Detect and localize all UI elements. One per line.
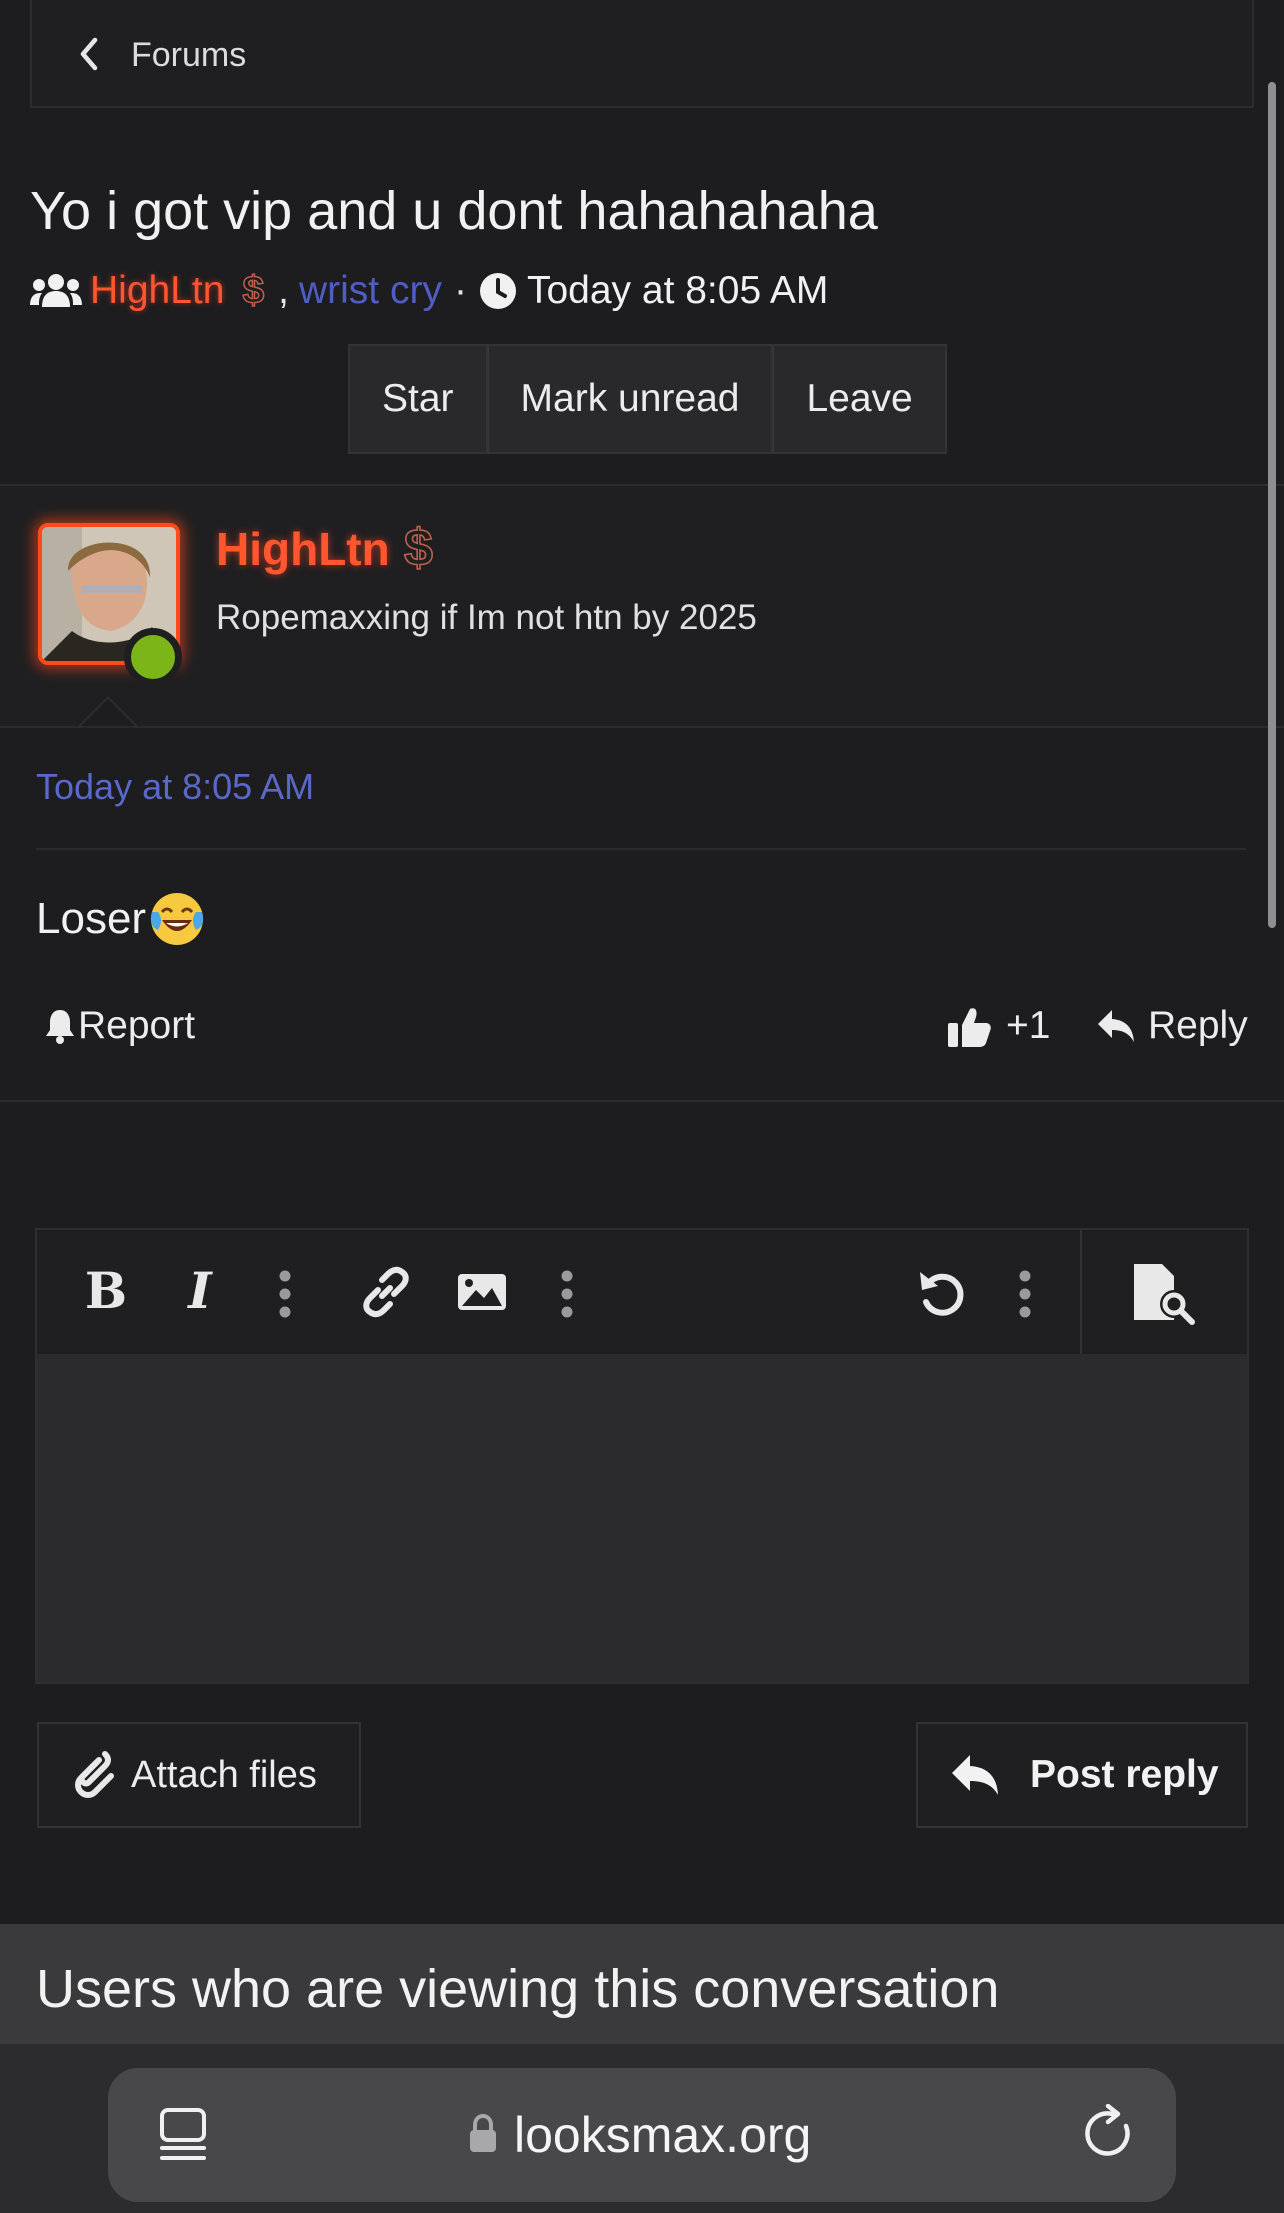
viewers-title: Users who are viewing this conversation xyxy=(36,1959,1000,2019)
image-icon[interactable] xyxy=(452,1262,512,1322)
attach-files-button[interactable]: Attach files xyxy=(37,1722,361,1828)
bell-icon xyxy=(46,1010,74,1044)
attach-files-label: Attach files xyxy=(131,1753,317,1796)
reply-arrow-icon xyxy=(952,1755,998,1795)
author-dollar-badge: $ xyxy=(403,518,434,578)
laughing-crying-emoji-icon xyxy=(150,893,204,945)
thread-title: Yo i got vip and u dont hahahahaha xyxy=(30,181,878,241)
paperclip-icon xyxy=(75,1751,114,1798)
reply-button[interactable]: Reply xyxy=(1096,1004,1248,1048)
report-button[interactable]: Report xyxy=(44,1004,195,1048)
participant-wrist-cry-link[interactable]: wrist cry xyxy=(299,269,442,313)
thread-meta: HighLtn $ , wrist cry · Today at 8:05 AM xyxy=(30,262,828,320)
vip-dollar-badge: $ xyxy=(242,268,265,313)
reply-arrow-icon xyxy=(1098,1010,1134,1042)
participant-separator: , xyxy=(278,269,289,312)
page-scrollbar[interactable] xyxy=(1268,82,1276,928)
message-text: Loser xyxy=(36,894,147,943)
more-options-icon[interactable] xyxy=(1019,1270,1031,1318)
reply-label: Reply xyxy=(1148,1004,1248,1047)
thread-actions: Star Mark unread Leave xyxy=(348,344,947,454)
post-reply-label: Post reply xyxy=(1030,1753,1219,1796)
reload-icon[interactable] xyxy=(1082,2104,1138,2162)
report-label: Report xyxy=(78,1004,196,1047)
mark-unread-button[interactable]: Mark unread xyxy=(487,344,774,454)
divider xyxy=(0,1100,1284,1102)
svg-text:I: I xyxy=(186,1262,213,1320)
bold-icon[interactable]: B xyxy=(76,1262,136,1322)
meta-dot: · xyxy=(453,269,467,312)
tabs-overview-icon[interactable] xyxy=(158,2108,208,2162)
online-status-dot xyxy=(124,628,182,686)
like-count: +1 xyxy=(1006,1004,1051,1047)
clock-icon xyxy=(479,273,516,309)
users-icon xyxy=(30,274,82,307)
thumbs-up-icon xyxy=(948,1008,991,1047)
divider xyxy=(0,726,1284,728)
breadcrumb-forums-link[interactable]: Forums xyxy=(131,36,246,75)
undo-icon[interactable] xyxy=(912,1262,972,1322)
post-timestamp-link[interactable]: Today at 8:05 AM xyxy=(36,766,314,808)
post-reply-button[interactable]: Post reply xyxy=(916,1722,1248,1828)
preview-icon[interactable] xyxy=(1132,1262,1196,1326)
message-author-link[interactable]: HighLtn xyxy=(216,522,390,576)
user-title: Ropemaxxing if Im not htn by 2025 xyxy=(216,598,757,637)
more-options-icon[interactable] xyxy=(561,1270,573,1318)
divider xyxy=(36,848,1246,850)
chevron-left-icon[interactable] xyxy=(78,36,100,72)
leave-button[interactable]: Leave xyxy=(773,344,947,454)
star-button[interactable]: Star xyxy=(348,344,488,454)
svg-text:B: B xyxy=(85,1262,127,1320)
lock-icon xyxy=(470,2114,496,2152)
message-body: Loser xyxy=(36,890,206,948)
address-bar-url[interactable]: looksmax.org xyxy=(514,2106,811,2164)
italic-icon[interactable]: I xyxy=(170,1262,230,1322)
toolbar-separator xyxy=(1080,1230,1082,1354)
link-icon[interactable] xyxy=(356,1262,416,1322)
thread-start-time[interactable]: Today at 8:05 AM xyxy=(527,269,828,313)
more-options-icon[interactable] xyxy=(279,1270,291,1318)
like-button[interactable]: +1 xyxy=(948,1004,1050,1048)
participant-highltn-link[interactable]: HighLtn xyxy=(90,269,224,313)
